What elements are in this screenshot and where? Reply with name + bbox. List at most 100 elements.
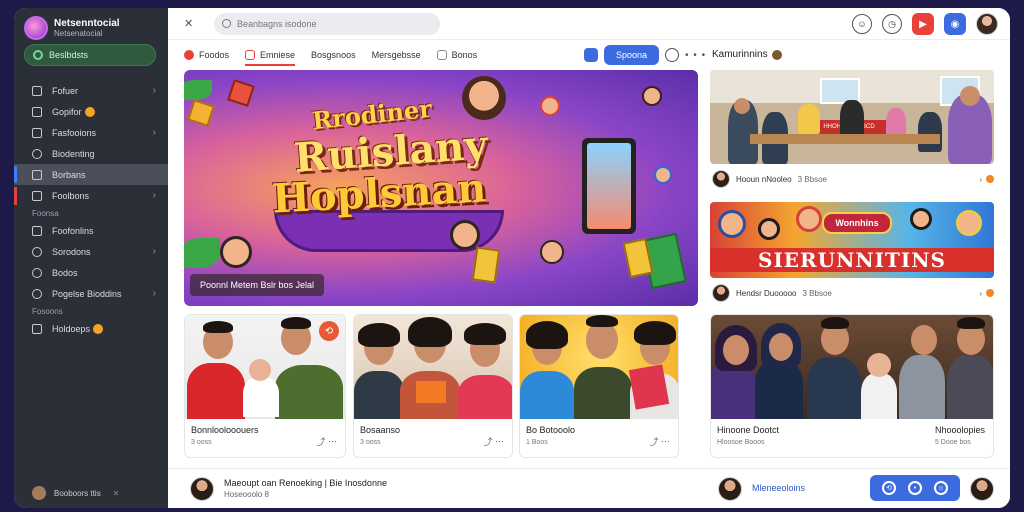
person-shirt bbox=[275, 365, 343, 419]
chat-bubble-icon[interactable] bbox=[665, 48, 680, 62]
chevron-right-icon: › bbox=[152, 246, 156, 257]
home-icon bbox=[184, 50, 194, 60]
person-hair bbox=[821, 317, 849, 329]
bottom-bar-link[interactable]: Mleneeoloins bbox=[752, 483, 805, 493]
post-meta: Hinoone Dootct Hloosoe Booos Nhooolopies… bbox=[711, 419, 993, 446]
book-decoration bbox=[471, 246, 501, 284]
action-button[interactable]: Spoona bbox=[604, 45, 660, 65]
right-post-card[interactable]: Hinoone Dootct Hloosoe Booos Nhooolopies… bbox=[710, 314, 994, 458]
notification-badge bbox=[84, 106, 95, 117]
person-shirt bbox=[899, 355, 945, 419]
post-image bbox=[520, 315, 678, 419]
sidebar-item-bookmarks[interactable]: Foolbons › bbox=[14, 185, 168, 206]
tab-videos[interactable]: Emniese bbox=[245, 40, 296, 70]
brand-logo-icon bbox=[24, 16, 48, 40]
person-hair bbox=[281, 317, 311, 329]
sidebar-search-button[interactable]: Beslbdsts bbox=[24, 44, 156, 66]
post-author[interactable]: Hooun nNooleo bbox=[736, 175, 792, 184]
baby-face bbox=[867, 353, 891, 377]
person-face bbox=[723, 335, 749, 365]
post-reactions[interactable]: › bbox=[979, 175, 994, 184]
emoji-icon[interactable]: ☺ bbox=[852, 14, 872, 34]
tab-messages[interactable]: Mersgebsse bbox=[372, 40, 421, 70]
post-meta: Bosaanso 3 ooss ⤴ ⋯ bbox=[354, 419, 512, 448]
play-icon[interactable]: ⟲ bbox=[319, 321, 339, 341]
sidebar-item-home[interactable]: Fofuer › bbox=[14, 80, 168, 101]
tablet-illustration bbox=[582, 138, 636, 234]
sidebar-item-settings[interactable]: Bodos bbox=[14, 262, 168, 283]
right-post-card[interactable]: HHOHOIN BOSCD Hooun nNooleo 3 Bbsoe › bbox=[710, 70, 994, 194]
collapse-icon[interactable]: ✕ bbox=[184, 17, 200, 30]
cartoon-character bbox=[540, 240, 564, 264]
sidebar-footer[interactable]: Booboors ttis ✕ bbox=[32, 486, 158, 500]
messenger-icon[interactable] bbox=[584, 48, 598, 62]
main-content: ✕ Beanbagns isodone ☺ ◷ ▶ ◉ Foodos Emnie… bbox=[168, 8, 1010, 508]
person-hair bbox=[634, 321, 676, 345]
video-icon[interactable]: ▶ bbox=[912, 13, 934, 35]
compass-icon bbox=[32, 148, 42, 159]
refresh-icon[interactable]: ⟲ bbox=[882, 481, 896, 495]
cartoon-character bbox=[796, 206, 822, 232]
post-image: ⟲ bbox=[185, 315, 345, 419]
banner-logo: Wonnhins bbox=[822, 212, 892, 234]
clock-icon[interactable]: ◷ bbox=[882, 14, 902, 34]
tab-home[interactable]: Foodos bbox=[184, 40, 229, 70]
right-post-card[interactable]: Wonnhins SIERUNNITINS Hendsr Duooooo 3 B… bbox=[710, 202, 994, 308]
cartoon-character bbox=[540, 96, 560, 116]
avatar[interactable] bbox=[712, 170, 730, 188]
sidebar-item-help[interactable]: Holdoeps bbox=[14, 318, 168, 339]
sidebar-item-label: Fasfooions bbox=[52, 127, 97, 138]
sidebar-item-discover[interactable]: Biodenting bbox=[14, 143, 168, 164]
sidebar-item-groups[interactable]: Sorodons › bbox=[14, 241, 168, 262]
emoji-icon[interactable]: ☺ bbox=[934, 481, 948, 495]
sidebar-item-label: Pogelse Bioddins bbox=[52, 288, 122, 299]
shield-icon bbox=[32, 288, 42, 299]
cartoon-character bbox=[642, 86, 662, 106]
share-icon[interactable]: ⤴ ⋯ bbox=[316, 435, 337, 448]
sidebar-item-label: Bodos bbox=[52, 267, 78, 278]
post-time-secondary: 5 Dooe bos bbox=[934, 439, 971, 446]
chevron-right-icon: › bbox=[152, 127, 156, 138]
tab-groups[interactable]: Bosgsnoos bbox=[311, 40, 356, 70]
play-icon bbox=[245, 50, 256, 60]
baby-face bbox=[249, 359, 271, 381]
hero-banner[interactable]: Rrodiner Ruislany Hoplsnan Poonnl Metem … bbox=[184, 70, 698, 306]
sidebar-item-messages[interactable]: Foofonlins bbox=[14, 220, 168, 241]
tab-marketplace[interactable]: Bonos bbox=[436, 40, 477, 70]
search-input[interactable]: Beanbagns isodone bbox=[214, 12, 440, 35]
sidebar-item-label: Gopifor bbox=[52, 106, 82, 117]
chat-icon[interactable]: • bbox=[908, 481, 922, 495]
person-shirt bbox=[354, 371, 404, 419]
brand[interactable]: Netsenntocial Netsenatocial bbox=[14, 8, 168, 42]
avatar[interactable] bbox=[718, 477, 742, 501]
post-card[interactable]: ⟲ Bonnloolooouers 3 ooss ⤴ ⋯ bbox=[184, 314, 346, 458]
sidebar-item-explore[interactable]: Fasfooions › bbox=[14, 122, 168, 143]
close-icon[interactable]: ✕ bbox=[113, 489, 120, 498]
person-hair bbox=[957, 317, 985, 329]
post-card[interactable]: Bosaanso 3 ooss ⤴ ⋯ bbox=[353, 314, 513, 458]
avatar[interactable] bbox=[976, 13, 998, 35]
grid-icon bbox=[32, 127, 42, 138]
post-image bbox=[354, 315, 512, 419]
person-hair bbox=[358, 323, 400, 347]
avatar[interactable] bbox=[712, 284, 730, 302]
avatar[interactable] bbox=[190, 477, 214, 501]
post-author[interactable]: Hendsr Duooooo bbox=[736, 289, 796, 298]
sidebar-item-active[interactable]: Borbans bbox=[14, 164, 168, 185]
post-card[interactable]: Bo Botooolo 1 Boos ⤴ ⋯ bbox=[519, 314, 679, 458]
hero-caption: Poonnl Metem Bslr bos Jelal bbox=[190, 274, 325, 296]
avatar[interactable] bbox=[970, 477, 994, 501]
person bbox=[918, 112, 942, 152]
sidebar-item-privacy[interactable]: Pogelse Bioddins › bbox=[14, 283, 168, 304]
chevron-right-icon: › bbox=[152, 85, 156, 96]
cartoon-character bbox=[956, 210, 982, 236]
person-shirt bbox=[187, 363, 245, 419]
post-reactions[interactable]: › bbox=[979, 289, 994, 298]
more-options-icon[interactable]: • • • bbox=[685, 50, 706, 61]
chat-icon[interactable]: ◉ bbox=[944, 13, 966, 35]
share-icon[interactable]: ⤴ ⋯ bbox=[649, 435, 670, 448]
sidebar-item-notifications[interactable]: Gopifor bbox=[14, 101, 168, 122]
cartoon-character bbox=[758, 218, 780, 240]
cartoon-character bbox=[718, 210, 746, 238]
share-icon[interactable]: ⤴ ⋯ bbox=[483, 435, 504, 448]
